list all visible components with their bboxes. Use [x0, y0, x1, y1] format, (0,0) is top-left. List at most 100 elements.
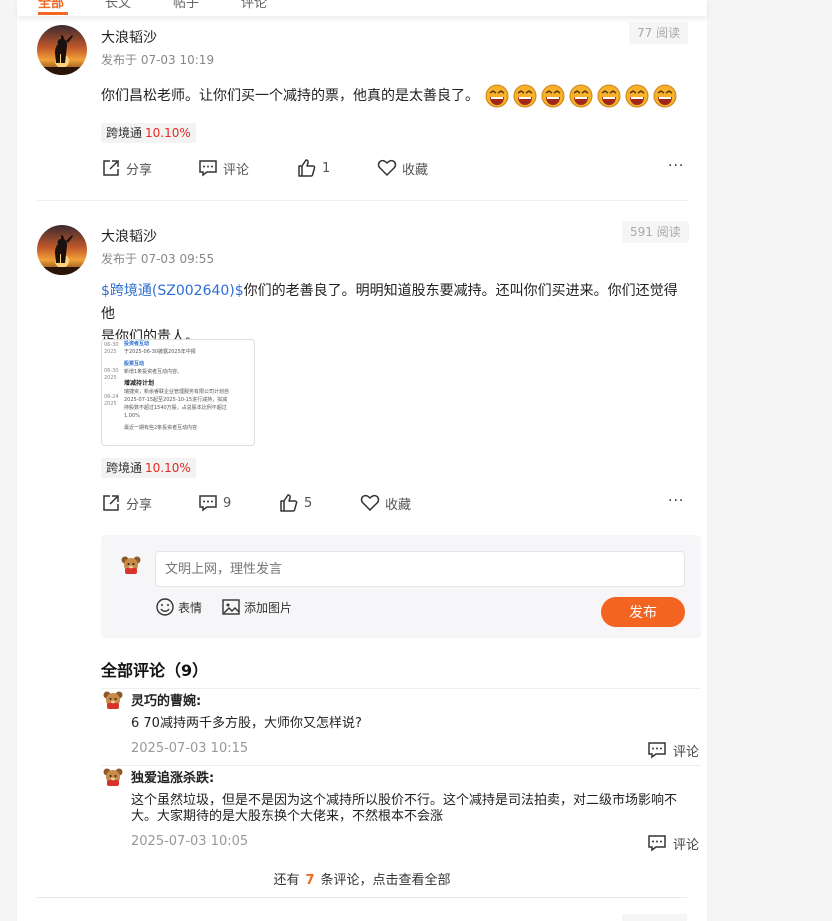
like-button[interactable]: 1	[297, 157, 330, 179]
share-icon	[103, 160, 119, 176]
thumb-year: 2025	[104, 401, 117, 407]
add-image-button[interactable]: 添加图片	[221, 597, 292, 617]
thumb-date: 06-30	[104, 368, 119, 374]
share-button[interactable]: 分享	[101, 157, 152, 179]
laughing-emoji-icon	[597, 84, 621, 108]
thumb-line: 2025-07-15起至2025-10-15进行减持，拟减	[124, 397, 228, 403]
emoji-label: 表情	[178, 600, 203, 615]
commenter-avatar-icon[interactable]	[103, 690, 123, 710]
tab-comments[interactable]: 评论	[241, 0, 267, 11]
author-avatar[interactable]	[37, 225, 87, 275]
comment-button[interactable]: 评论	[198, 157, 249, 179]
comment-reply-label: 评论	[673, 837, 700, 853]
post-time: 发布于 07-03 10:19	[101, 53, 215, 67]
thumb-line: 持股数不超过1540万股，占总股本比例不超过	[124, 405, 227, 411]
like-button[interactable]: 5	[279, 492, 312, 514]
thumb-line: 股票互动	[124, 361, 145, 367]
comment-icon	[648, 835, 666, 852]
commenter-avatar-icon[interactable]	[103, 767, 123, 787]
more-suffix: 条评论，点击查看全部	[320, 873, 451, 888]
author-name[interactable]: 大浪韬沙	[101, 27, 157, 47]
stock-change: 10.10%	[145, 461, 191, 475]
laughing-emoji-icon	[513, 84, 537, 108]
commenter-name[interactable]: 独爱追涨杀跌:	[131, 767, 214, 786]
post-actions: 分享 9 5 收藏 ···	[101, 492, 691, 514]
comment-icon	[199, 160, 217, 177]
comment-reply-button[interactable]: 评论	[647, 740, 699, 760]
page: 全部 长文 帖子 评论 大浪韬沙 发布于 07-03 10:19 77 阅读 你…	[0, 0, 832, 921]
post-time: 发布于 07-03 09:55	[101, 252, 215, 266]
tab-all[interactable]: 全部	[38, 0, 64, 11]
post-divider	[37, 200, 687, 201]
comment-time: 2025-07-03 10:15	[131, 741, 249, 756]
smiley-icon	[156, 598, 174, 616]
post-image-thumbnail[interactable]: 06-30 2025 06-30 2025 06-24 2025 投资者互动 于…	[101, 339, 255, 446]
more-options-button[interactable]: ···	[668, 492, 688, 514]
like-count: 1	[322, 160, 331, 176]
more-prefix: 还有	[273, 873, 300, 888]
post-text: 你们昌松老师。让你们买一个减持的票，他真的是太善良了。	[101, 88, 479, 104]
post-content[interactable]: 你们昌松老师。让你们买一个减持的票，他真的是太善良了。	[101, 84, 691, 108]
share-button[interactable]: 分享	[101, 492, 152, 514]
thumb-date: 06-30	[104, 342, 119, 348]
comments-heading: 全部评论（9）	[101, 661, 209, 680]
stock-change: 10.10%	[145, 126, 191, 140]
view-all-comments-link[interactable]: 还有 7 条评论，点击查看全部	[17, 869, 707, 888]
stock-name: 跨境通	[106, 461, 143, 475]
favorite-button[interactable]: 收藏	[377, 157, 428, 179]
comment-count: 9	[223, 495, 232, 511]
comment-time: 2025-07-03 10:05	[131, 834, 249, 849]
tab-long-article[interactable]: 长文	[105, 0, 131, 11]
thumb-line: 最近一期有些2条投资者互动内容	[124, 425, 198, 431]
read-count: 591 阅读	[622, 221, 689, 243]
reply-input[interactable]	[155, 551, 685, 587]
more-count: 7	[305, 873, 315, 888]
share-icon	[103, 495, 119, 511]
thumb-line: 于2025-06-30披露2025年中报	[124, 349, 196, 355]
laughing-emoji-icon	[625, 84, 649, 108]
commenter-name[interactable]: 灵巧的曹婉:	[131, 690, 201, 709]
next-read-count-badge	[622, 914, 687, 921]
more-options-button[interactable]: ···	[668, 157, 688, 179]
post-divider	[37, 897, 687, 898]
favorite-label: 收藏	[385, 497, 412, 513]
comment-text: 6 70减持两千多方股，大师你又怎样说?	[131, 716, 362, 731]
add-image-label: 添加图片	[244, 600, 293, 615]
thumb-year: 2025	[104, 375, 117, 381]
stock-tag[interactable]: 跨境通 10.10%	[101, 458, 196, 478]
author-name[interactable]: 大浪韬沙	[101, 226, 157, 246]
thumbs-up-icon	[280, 494, 298, 512]
comment-button[interactable]: 9	[198, 492, 231, 514]
thumb-date: 06-24	[104, 394, 119, 400]
filter-tabs: 全部 长文 帖子 评论	[17, 0, 707, 16]
heart-icon	[360, 494, 380, 512]
user-avatar-icon	[121, 556, 141, 574]
comment-divider	[101, 765, 701, 766]
thumb-line: 瑞捷资，新余睿联企业管理服务有限公司计划自	[124, 389, 230, 395]
thumb-line: 1.00%	[124, 413, 140, 419]
send-button[interactable]: 发布	[601, 597, 685, 627]
comment-text: 这个虽然垃圾，但是不是因为这个减持所以股价不行。这个减持是司法拍卖，对二级市场影…	[131, 793, 678, 824]
comment-reply-button[interactable]: 评论	[647, 833, 699, 853]
share-label: 分享	[126, 162, 153, 178]
favorite-button[interactable]: 收藏	[360, 492, 411, 514]
emoji-row	[485, 84, 677, 108]
comment-icon	[648, 742, 666, 759]
thumb-year: 2025	[104, 349, 117, 355]
thumb-line: 增减持计划	[124, 380, 155, 387]
stock-link[interactable]: $跨境通(SZ002640)$	[101, 283, 244, 299]
heart-icon	[377, 159, 397, 177]
read-count: 77 阅读	[629, 22, 689, 44]
laughing-emoji-icon	[569, 84, 593, 108]
tab-posts[interactable]: 帖子	[173, 0, 199, 11]
laughing-emoji-icon	[485, 84, 509, 108]
favorite-label: 收藏	[402, 162, 429, 178]
stock-tag[interactable]: 跨境通 10.10%	[101, 123, 196, 143]
emoji-picker-button[interactable]: 表情	[155, 597, 202, 617]
thumbs-up-icon	[298, 159, 316, 177]
tab-active-underline	[38, 12, 68, 15]
laughing-emoji-icon	[541, 84, 565, 108]
comment-divider	[101, 688, 701, 689]
comment-reply-label: 评论	[673, 744, 700, 760]
author-avatar[interactable]	[37, 25, 87, 75]
